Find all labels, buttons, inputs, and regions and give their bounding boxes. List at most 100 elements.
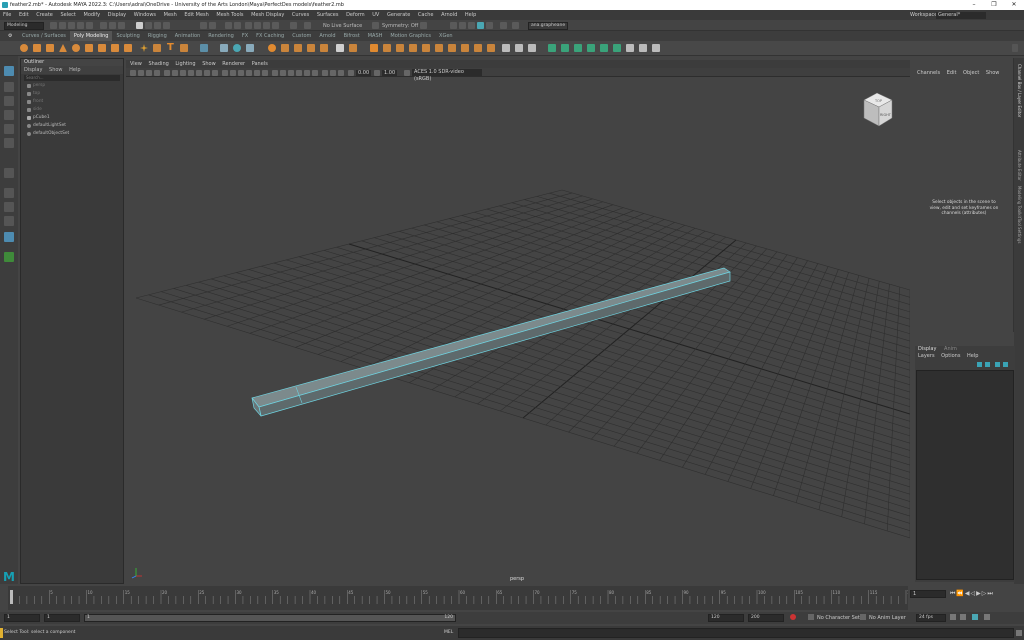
auto-key-icon[interactable]: [790, 614, 796, 620]
color-space-dropdown[interactable]: ACES 1.0 SDR-video (sRGB): [412, 69, 482, 82]
detach-icon[interactable]: [474, 44, 482, 52]
single-perspective-layout-icon[interactable]: [4, 188, 14, 198]
menu-mesh-tools[interactable]: Mesh Tools: [216, 12, 243, 18]
layer-menu-help[interactable]: Help: [967, 353, 978, 359]
shelf-tab-fx-caching[interactable]: FX Caching: [252, 31, 288, 41]
pin-uv-icon[interactable]: [652, 44, 660, 52]
script-editor-icon[interactable]: [1016, 630, 1022, 636]
new-layer-from-selected-icon[interactable]: [1003, 362, 1008, 367]
mirror-icon[interactable]: [246, 44, 254, 52]
channel-menu-channels[interactable]: Channels: [917, 70, 940, 76]
animation-end-field[interactable]: 200: [748, 614, 784, 622]
shelf-tab-curves-surfaces[interactable]: Curves / Surfaces: [18, 31, 70, 41]
select-hierarchy-icon[interactable]: [100, 22, 107, 29]
motion-blur-icon[interactable]: [296, 69, 302, 76]
menu-deform[interactable]: Deform: [346, 12, 365, 18]
safe-title-icon[interactable]: [212, 69, 218, 76]
xray-icon[interactable]: [246, 69, 252, 76]
symmetry-icon[interactable]: [372, 22, 379, 29]
go-to-end-icon[interactable]: ⏭: [987, 590, 993, 597]
shelf-tab-rigging[interactable]: Rigging: [144, 31, 171, 41]
grid-toggle-icon[interactable]: [164, 69, 170, 76]
zoom-layout-icon[interactable]: [4, 252, 14, 262]
outliner-menu-show[interactable]: Show: [49, 67, 63, 73]
outliner-item-defaultlightset[interactable]: defaultLightSet: [21, 122, 123, 130]
preferences-icon[interactable]: [972, 614, 978, 620]
shelf-tab-sculpting[interactable]: Sculpting: [112, 31, 143, 41]
shadows-icon[interactable]: [280, 69, 286, 76]
separate-icon[interactable]: [220, 44, 228, 52]
menu-file[interactable]: File: [3, 12, 11, 18]
xray-joints-icon[interactable]: [330, 69, 336, 76]
textured-icon[interactable]: [262, 69, 268, 76]
outliner-item-defaultobjectset[interactable]: defaultObjectSet: [21, 130, 123, 138]
time-ruler[interactable]: 5 10 15 20 25 30 35 40 45 50 55 60 65 70 75 80 85 90 95 100…: [8, 586, 915, 610]
snap-view-plane-icon[interactable]: [200, 22, 207, 29]
animation-start-field[interactable]: 1: [4, 614, 40, 622]
channel-menu-edit[interactable]: Edit: [947, 70, 957, 76]
append-poly-icon[interactable]: [294, 44, 302, 52]
shelf-tab-rendering[interactable]: Rendering: [204, 31, 238, 41]
poly-cone-icon[interactable]: [59, 44, 67, 52]
poly-helix-icon[interactable]: [153, 44, 161, 52]
all-lights-icon[interactable]: [272, 69, 278, 76]
menu-create[interactable]: Create: [36, 12, 53, 18]
make-live-icon[interactable]: [209, 22, 216, 29]
shelf-settings-icon[interactable]: ⚙: [4, 31, 16, 41]
viewport-scene[interactable]: [126, 78, 910, 584]
extract-icon[interactable]: [487, 44, 495, 52]
menu-cache[interactable]: Cache: [418, 12, 434, 18]
reverse-normals-icon[interactable]: [502, 44, 510, 52]
menu-generate[interactable]: Generate: [387, 12, 410, 18]
poly-cube-icon[interactable]: [33, 44, 41, 52]
sew-uv-icon[interactable]: [600, 44, 608, 52]
workspace-dropdown[interactable]: General*: [936, 11, 986, 19]
sweep-mesh-icon[interactable]: [140, 44, 148, 52]
sound-icon[interactable]: [960, 614, 966, 620]
layer-tab-display[interactable]: Display: [918, 346, 936, 352]
undo-icon[interactable]: [77, 22, 84, 29]
toggle-outliner-icon[interactable]: [512, 22, 519, 29]
gate-mask-icon[interactable]: [188, 69, 194, 76]
poly-torus-icon[interactable]: [72, 44, 80, 52]
viewport-menu-show[interactable]: Show: [202, 61, 216, 67]
open-scene-icon[interactable]: [59, 22, 66, 29]
wedge-icon[interactable]: [422, 44, 430, 52]
panel-layout-5-icon[interactable]: [486, 22, 493, 29]
shelf-tab-motion-graphics[interactable]: Motion Graphics: [386, 31, 435, 41]
outliner-search-input[interactable]: Search...: [24, 75, 120, 81]
menu-select[interactable]: Select: [60, 12, 75, 18]
character-set-dropdown[interactable]: No Character Set: [817, 615, 860, 621]
shelf-tab-arnold[interactable]: Arnold: [315, 31, 339, 41]
command-input[interactable]: [458, 628, 1014, 638]
platonic-solid-icon[interactable]: [111, 44, 119, 52]
select-tool-icon[interactable]: [4, 66, 14, 76]
history-icon[interactable]: [225, 22, 232, 29]
shelf-tab-animation[interactable]: Animation: [171, 31, 205, 41]
menu-surfaces[interactable]: Surfaces: [317, 12, 339, 18]
exposure-field[interactable]: 0.00: [356, 69, 372, 76]
panel-layout-3-icon[interactable]: [468, 22, 475, 29]
combine-icon[interactable]: [200, 44, 208, 52]
use-default-material-icon[interactable]: [254, 69, 260, 76]
minimize-icon[interactable]: –: [964, 0, 984, 10]
conform-icon[interactable]: [515, 44, 523, 52]
bookmark-icon[interactable]: [146, 69, 152, 76]
wireframe-icon[interactable]: [222, 69, 228, 76]
new-scene-icon[interactable]: [50, 22, 57, 29]
menu-uv[interactable]: UV: [372, 12, 379, 18]
move-tool-icon[interactable]: [4, 110, 14, 120]
isolate-select-icon[interactable]: [322, 69, 328, 76]
gamma-field[interactable]: 1.00: [382, 69, 398, 76]
smooth-icon[interactable]: [233, 44, 241, 52]
camera-attributes-icon[interactable]: [138, 69, 144, 76]
arnold-render-icon[interactable]: [290, 22, 297, 29]
live-surface-icon[interactable]: [304, 22, 311, 29]
panel-layout-1-icon[interactable]: [450, 22, 457, 29]
login-button[interactable]: ana.grapheane: [528, 21, 568, 30]
menu-windows[interactable]: Windows: [134, 12, 156, 18]
color-management-icon[interactable]: [404, 69, 410, 76]
ipr-render-icon[interactable]: [254, 22, 261, 29]
anim-layer-dropdown[interactable]: No Anim Layer: [869, 615, 906, 621]
gamma-icon[interactable]: [374, 69, 380, 76]
